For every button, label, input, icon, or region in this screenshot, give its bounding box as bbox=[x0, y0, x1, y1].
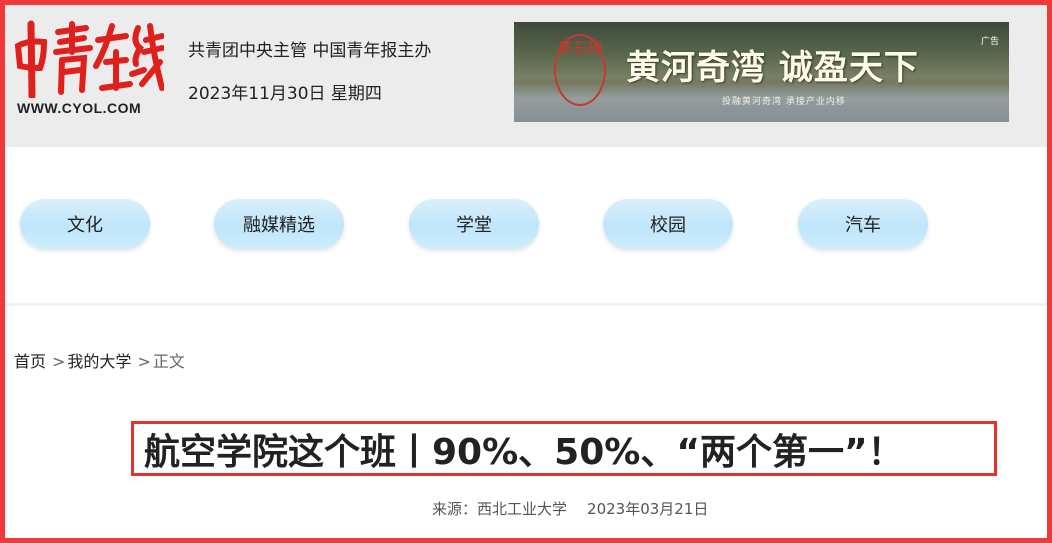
breadcrumb-current: 正文 bbox=[152, 352, 185, 371]
breadcrumb: 首页 > 我的大学 > 正文 bbox=[14, 348, 185, 372]
breadcrumb-separator: > bbox=[52, 352, 66, 371]
article-title-box: 航空学院这个班丨90%、50%、“两个第一”！ bbox=[131, 421, 997, 476]
ad-seal: 黄石楼 bbox=[554, 34, 606, 106]
source-label: 来源： bbox=[432, 500, 478, 518]
article-date: 2023年03月21日 bbox=[587, 500, 709, 518]
breadcrumb-home-link[interactable]: 首页 bbox=[14, 352, 46, 371]
article-source: 西北工业大学 bbox=[477, 500, 568, 518]
breadcrumb-section-link[interactable]: 我的大学 bbox=[67, 352, 131, 371]
ad-slogan: 黄河奇湾 诚盈天下 bbox=[626, 48, 919, 88]
logo-url-text: WWW.CYOL.COM bbox=[17, 100, 142, 116]
ad-subtitle: 投融黄河奇湾 承接产业内移 bbox=[722, 97, 846, 107]
nav-item-campus[interactable]: 校园 bbox=[603, 199, 733, 249]
site-header: WWW.CYOL.COM 共青团中央主管 中国青年报主办 2023年11月30日… bbox=[0, 0, 1052, 147]
main-nav: 文化 融媒精选 学堂 校园 汽车 bbox=[0, 147, 1052, 306]
article-meta: 来源：西北工业大学 2023年03月21日 bbox=[432, 498, 708, 519]
ad-tag: 广告 bbox=[980, 37, 999, 47]
logo-calligraphy-icon bbox=[14, 20, 164, 98]
organization-text: 共青团中央主管 中国青年报主办 bbox=[188, 41, 432, 61]
breadcrumb-separator: > bbox=[137, 352, 151, 371]
current-date: 2023年11月30日 星期四 bbox=[188, 84, 382, 104]
advertisement-banner[interactable]: 黄石楼 黄河奇湾 诚盈天下 投融黄河奇湾 承接产业内移 广告 bbox=[514, 22, 1009, 122]
nav-item-academy[interactable]: 学堂 bbox=[409, 199, 539, 249]
nav-item-culture[interactable]: 文化 bbox=[20, 199, 150, 249]
site-logo[interactable]: WWW.CYOL.COM bbox=[14, 18, 164, 123]
article-title: 航空学院这个班丨90%、50%、“两个第一”！ bbox=[144, 431, 904, 473]
nav-item-auto[interactable]: 汽车 bbox=[798, 199, 928, 249]
nav-item-media-picks[interactable]: 融媒精选 bbox=[214, 199, 344, 249]
